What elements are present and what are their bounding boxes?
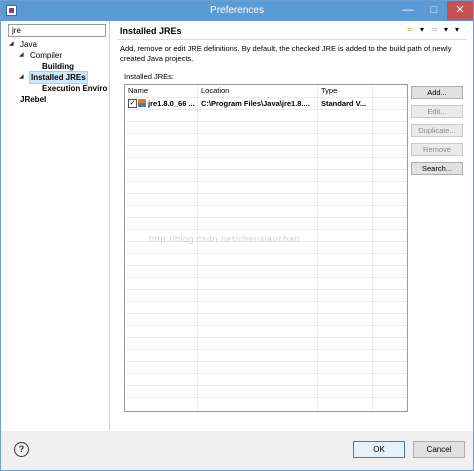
- installed-jres-label: Installed JREs:: [124, 72, 175, 81]
- ok-button[interactable]: OK: [353, 441, 405, 458]
- preference-tree-pane: jre ◢ Java ◢ Compiler Building ◢ Install…: [5, 21, 110, 430]
- tree-item-compiler[interactable]: ◢ Compiler: [5, 50, 109, 61]
- maximize-icon[interactable]: □: [421, 1, 447, 20]
- history-navigation: ⇐ ▾ ⇒ ▾ ▾: [407, 25, 467, 37]
- jre-name-cell: jre1.8.0_66 ...: [148, 99, 195, 108]
- minimize-icon[interactable]: —: [395, 1, 421, 20]
- jre-type-cell: Standard V...: [321, 99, 367, 108]
- page-title: Installed JREs: [120, 26, 182, 36]
- row-divider: [125, 265, 407, 266]
- row-divider: [125, 121, 407, 122]
- filter-input[interactable]: jre: [8, 24, 106, 37]
- back-arrow-icon[interactable]: ⇐: [407, 25, 414, 34]
- content-area: jre ◢ Java ◢ Compiler Building ◢ Install…: [1, 21, 473, 431]
- cancel-button[interactable]: Cancel: [413, 441, 465, 458]
- row-divider: [125, 349, 407, 350]
- forward-arrow-icon[interactable]: ⇒: [431, 25, 438, 34]
- collapse-arrow-icon[interactable]: ◢: [19, 50, 24, 61]
- jre-table[interactable]: Name Location Type ✓ jre1.8.0_66 ... C:\…: [124, 84, 408, 412]
- table-row[interactable]: ✓ jre1.8.0_66 ... C:\Program Files\Java\…: [125, 98, 407, 109]
- view-menu-icon[interactable]: ▾: [455, 25, 459, 34]
- row-divider: [125, 385, 407, 386]
- column-header-location[interactable]: Location: [198, 85, 317, 97]
- row-divider: [125, 301, 407, 302]
- watermark: http://blog.csdn.net/chenxiaochan: [149, 234, 300, 244]
- edit-button[interactable]: Edit...: [411, 105, 463, 118]
- row-divider: [125, 289, 407, 290]
- jre-library-icon: [138, 99, 146, 107]
- row-divider: [125, 205, 407, 206]
- add-button[interactable]: Add...: [411, 86, 463, 99]
- remove-button[interactable]: Remove: [411, 143, 463, 156]
- page-description: Add, remove or edit JRE definitions. By …: [120, 44, 452, 63]
- tree-item-execution-environments[interactable]: Execution Enviro: [5, 83, 109, 94]
- column-header-name[interactable]: Name: [125, 85, 197, 97]
- row-divider: [125, 109, 407, 110]
- jre-location-cell: C:\Program Files\Java\jre1.8....: [201, 99, 310, 108]
- column-header-type[interactable]: Type: [318, 85, 372, 97]
- tree-item-jrebel[interactable]: JRebel: [5, 94, 109, 105]
- search-button[interactable]: Search...: [411, 162, 463, 175]
- installed-jres-page: Installed JREs ⇐ ▾ ⇒ ▾ ▾ Add, remove or …: [113, 21, 471, 430]
- back-menu-chevron-icon[interactable]: ▾: [420, 25, 424, 34]
- collapse-arrow-icon[interactable]: ◢: [9, 39, 14, 50]
- divider: [117, 39, 467, 40]
- preference-tree: ◢ Java ◢ Compiler Building ◢ Installed J…: [5, 39, 109, 105]
- help-icon[interactable]: ?: [14, 442, 29, 457]
- row-divider: [125, 229, 407, 230]
- row-divider: [125, 181, 407, 182]
- tree-item-installed-jres[interactable]: ◢ Installed JREs: [5, 71, 109, 84]
- row-divider: [125, 277, 407, 278]
- close-icon[interactable]: ✕: [447, 1, 473, 20]
- tree-item-java[interactable]: ◢ Java: [5, 39, 109, 50]
- row-divider: [125, 361, 407, 362]
- default-jre-checkbox[interactable]: ✓: [128, 99, 137, 108]
- dialog-button-bar: ? OK Cancel: [1, 431, 473, 470]
- row-divider: [125, 133, 407, 134]
- row-divider: [125, 253, 407, 254]
- row-divider: [125, 217, 407, 218]
- title-bar: Preferences — □ ✕: [1, 1, 473, 21]
- row-divider: [125, 373, 407, 374]
- row-divider: [125, 145, 407, 146]
- duplicate-button[interactable]: Duplicate...: [411, 124, 463, 137]
- row-divider: [125, 157, 407, 158]
- row-divider: [125, 313, 407, 314]
- forward-menu-chevron-icon[interactable]: ▾: [444, 25, 448, 34]
- row-divider: [125, 325, 407, 326]
- row-divider: [125, 337, 407, 338]
- row-divider: [125, 169, 407, 170]
- collapse-arrow-icon[interactable]: ◢: [19, 72, 24, 83]
- row-divider: [125, 397, 407, 398]
- preferences-window: Preferences — □ ✕ jre ◢ Java ◢ Compiler …: [0, 0, 474, 471]
- row-divider: [125, 193, 407, 194]
